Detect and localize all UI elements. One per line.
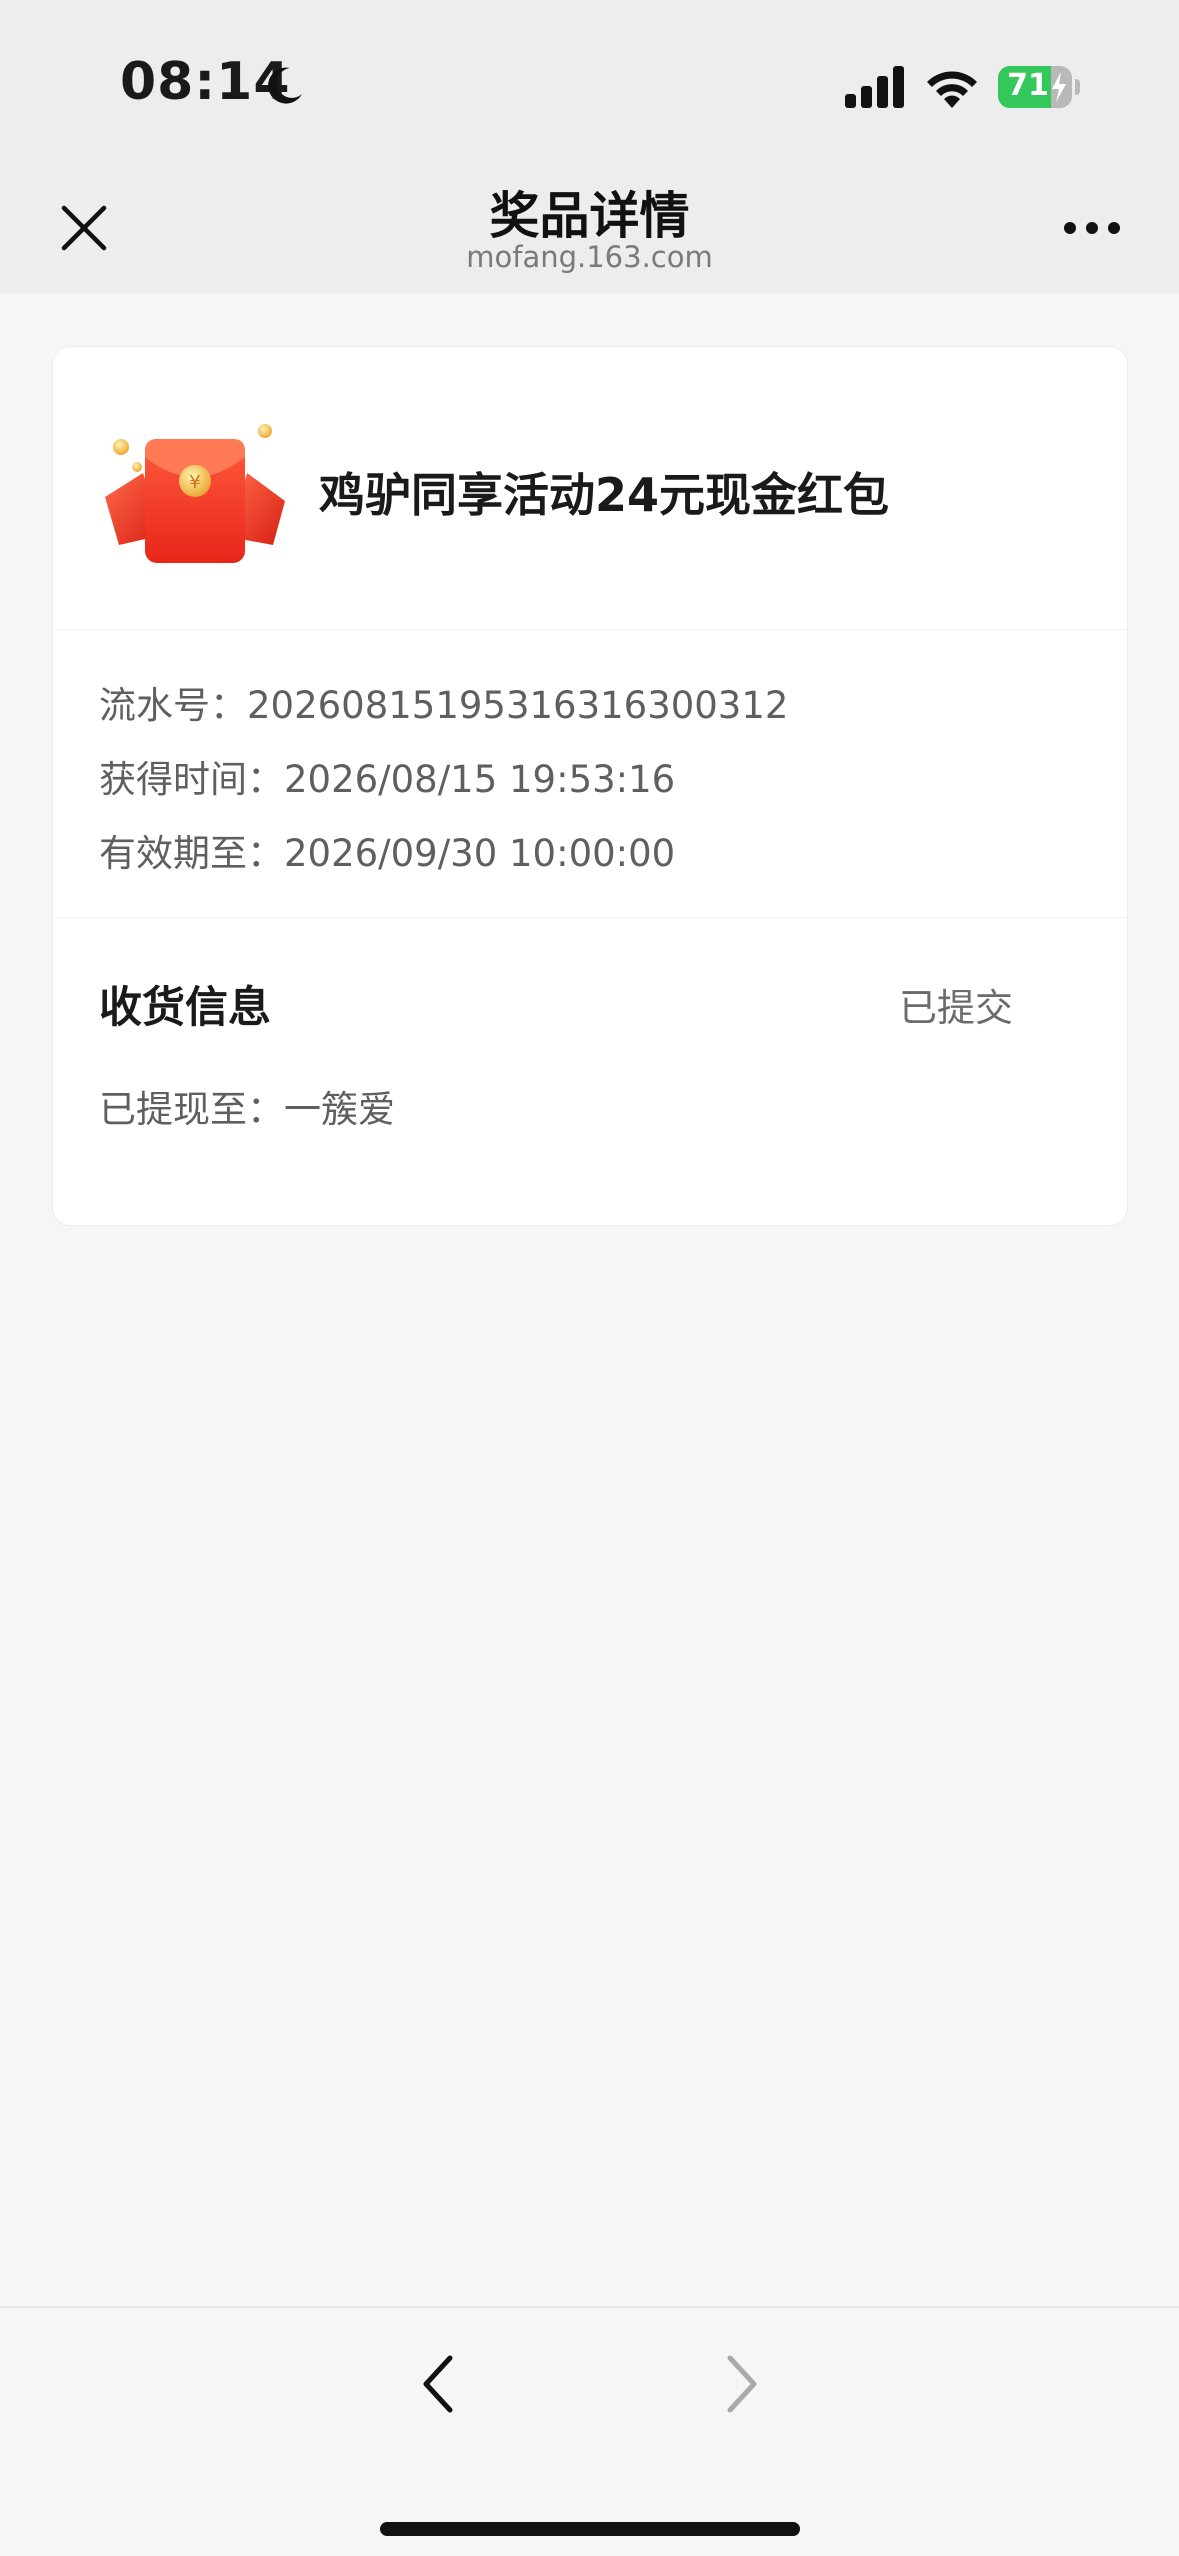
- wifi-icon: [927, 71, 977, 108]
- valid-until-row: 有效期至：2026/09/30 10:00:00: [99, 823, 675, 877]
- page-domain: mofang.163.com: [466, 240, 713, 274]
- valid-until-label: 有效期至：: [99, 832, 284, 875]
- shipping-info-title: 收货信息: [99, 983, 271, 1033]
- page-title: 奖品详情: [489, 187, 690, 245]
- red-envelope-icon: ¥: [105, 424, 285, 563]
- battery-level: 71: [1007, 68, 1049, 103]
- withdraw-destination-label: 已提现至：: [99, 1088, 284, 1131]
- bottom-toolbar: [0, 2306, 1179, 2556]
- withdraw-destination-row: 已提现至：一簇爱: [99, 1079, 395, 1133]
- svg-text:¥: ¥: [189, 472, 200, 493]
- obtained-time-value: 2026/08/15 19:53:16: [284, 758, 676, 801]
- serial-number-label: 流水号：: [99, 684, 247, 727]
- prize-card: ¥ 鸡驴同享活动24元现金红包 流水号：20260815195316316300…: [52, 346, 1129, 1226]
- more-icon[interactable]: [1062, 220, 1122, 236]
- serial-number-row: 流水号：20260815195316316300312: [99, 675, 788, 729]
- cellular-signal-icon: [845, 66, 904, 108]
- withdraw-destination-value: 一簇爱: [284, 1088, 395, 1131]
- home-indicator: [380, 2522, 800, 2536]
- forward-chevron-icon[interactable]: [720, 2352, 764, 2416]
- back-chevron-icon[interactable]: [416, 2352, 460, 2416]
- navigation-bar: 奖品详情 mofang.163.com: [0, 160, 1179, 294]
- obtained-time-label: 获得时间：: [99, 758, 284, 801]
- shipping-status: 已提交: [899, 986, 1014, 1030]
- battery-charging-icon: 71: [998, 66, 1080, 108]
- serial-number-value: 20260815195316316300312: [247, 684, 789, 727]
- prize-name: 鸡驴同享活动24元现金红包: [319, 468, 890, 522]
- valid-until-value: 2026/09/30 10:00:00: [284, 832, 676, 875]
- divider: [53, 629, 1129, 630]
- obtained-time-row: 获得时间：2026/08/15 19:53:16: [99, 749, 675, 803]
- divider: [53, 917, 1129, 918]
- moon-icon: [268, 67, 302, 104]
- status-bar: 08:14 71: [0, 0, 1179, 160]
